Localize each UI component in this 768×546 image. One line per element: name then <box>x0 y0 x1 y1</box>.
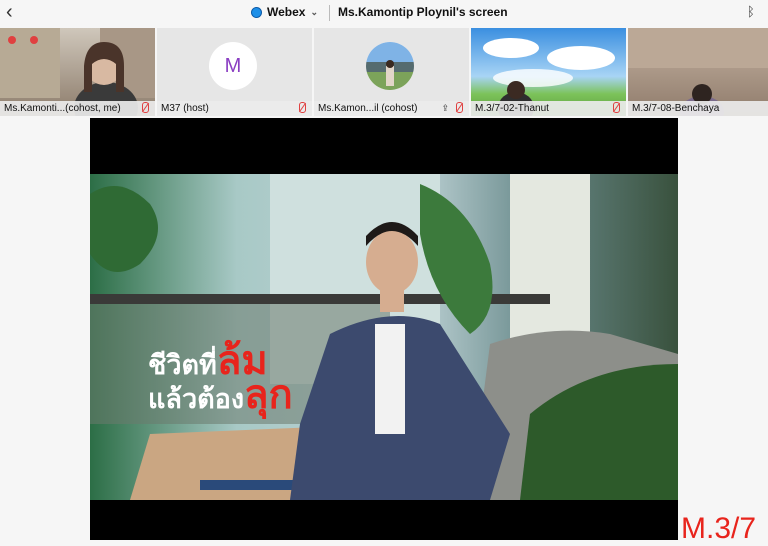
participant-strip: Ms.Kamonti...(cohost, me) M M37 (host) M… <box>0 28 768 116</box>
chevron-down-icon: ⌄ <box>310 6 319 17</box>
avatar: M <box>209 42 257 90</box>
divider <box>329 5 330 21</box>
webex-logo-icon <box>251 6 262 18</box>
participant-name: M.3/7-02-Thanut <box>471 101 626 116</box>
caption-text: แล้วต้อง <box>148 384 245 414</box>
app-switcher[interactable]: Webex ⌄ <box>251 5 318 19</box>
participant-name: M37 (host) <box>157 101 312 116</box>
participant-tile[interactable]: M.3/7-02-Thanut <box>471 28 626 116</box>
participant-tile[interactable]: Ms.Kamonti...(cohost, me) <box>0 28 155 116</box>
mic-muted-icon <box>613 102 620 113</box>
bluetooth-icon: ᛒ <box>747 4 755 19</box>
participant-name: M.3/7-08-Benchaya <box>628 101 768 116</box>
chevron-left-icon[interactable]: ‹ <box>6 2 13 22</box>
caption-text: ชีวิตที่ <box>148 350 217 380</box>
share-icon: ⇪ <box>441 103 449 113</box>
mic-muted-icon <box>299 102 306 113</box>
app-name: Webex <box>267 5 306 19</box>
top-bar: ‹ Webex ⌄ Ms.Kamontip Ploynil's screen ᛒ <box>0 0 768 27</box>
scene-illustration <box>90 174 678 500</box>
watermark-text: M.3/7 <box>681 512 757 545</box>
participant-tile[interactable]: M.3/7-08-Benchaya <box>628 28 768 116</box>
caption-highlight: ลุก <box>244 373 293 417</box>
participant-tile[interactable]: Ms.Kamon...il (cohost) ⇪ <box>314 28 469 116</box>
video-caption: ชีวิตที่ล้ม แล้วต้องลุก <box>148 341 293 417</box>
participant-tile[interactable]: M M37 (host) <box>157 28 312 116</box>
shared-video[interactable]: ชีวิตที่ล้ม แล้วต้องลุก <box>90 118 678 540</box>
avatar <box>366 42 414 90</box>
mic-muted-icon <box>456 102 463 113</box>
window-title: Ms.Kamontip Ploynil's screen <box>338 5 508 19</box>
video-scene: ชีวิตที่ล้ม แล้วต้องลุก <box>90 174 678 500</box>
mic-muted-icon <box>142 102 149 113</box>
participant-name: Ms.Kamonti...(cohost, me) <box>0 101 155 116</box>
